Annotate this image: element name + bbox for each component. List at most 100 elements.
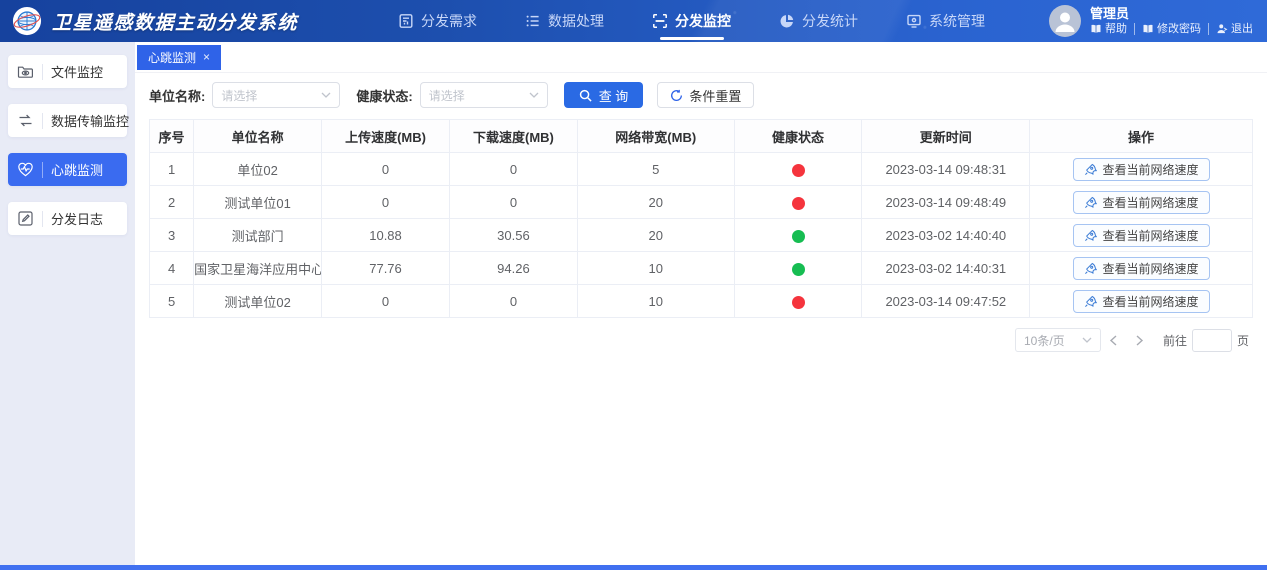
nav-label: 分发监控 bbox=[675, 13, 732, 29]
person-icon bbox=[1055, 12, 1075, 32]
user-meta: 管理员 帮助 修改密码 退出 bbox=[1090, 7, 1253, 35]
tab-close-icon[interactable]: × bbox=[203, 51, 210, 63]
cell-health bbox=[733, 284, 863, 318]
cell-download: 0 bbox=[448, 185, 578, 219]
unit-name-select[interactable]: 请选择 bbox=[212, 82, 341, 108]
divider bbox=[42, 63, 43, 80]
tab-bar: 心跳监测 × bbox=[135, 42, 1267, 73]
col-update-time: 更新时间 bbox=[861, 119, 1031, 153]
table-row: 1 单位02 0 0 5 2023-03-14 09:48:31 查看当前网络速… bbox=[148, 152, 1253, 186]
chevron-right-icon bbox=[1137, 334, 1144, 346]
logout-label: 退出 bbox=[1231, 22, 1253, 35]
col-health-status: 健康状态 bbox=[733, 119, 863, 153]
heartbeat-table: 序号 单位名称 上传速度(MB) 下载速度(MB) 网络带宽(MB) 健康状态 … bbox=[148, 119, 1253, 318]
health-status-dot bbox=[791, 196, 805, 210]
view-network-speed-label: 查看当前网络速度 bbox=[1102, 228, 1199, 243]
unit-name-label: 单位名称: bbox=[149, 88, 206, 104]
main-content: 心跳监测 × 单位名称: 请选择 健康状态: 请选择 查 询 条件重置 序号 单… bbox=[135, 42, 1267, 570]
cell-updated: 2023-03-02 14:40:40 bbox=[861, 218, 1031, 252]
view-network-speed-button[interactable]: 查看当前网络速度 bbox=[1072, 223, 1210, 247]
page-size-select[interactable]: 10条/页 bbox=[1014, 328, 1101, 352]
divider bbox=[42, 112, 43, 129]
nav-label: 分发需求 bbox=[421, 13, 478, 29]
chevron-down-icon bbox=[529, 92, 539, 98]
help-label: 帮助 bbox=[1105, 22, 1127, 35]
cell-updated: 2023-03-02 14:40:31 bbox=[861, 251, 1031, 285]
nav-item-system-management[interactable]: 系统管理 bbox=[906, 11, 985, 31]
cell-health bbox=[733, 251, 863, 285]
table-row: 3 测试部门 10.88 30.56 20 2023-03-02 14:40:4… bbox=[148, 218, 1253, 252]
sidebar: 文件监控 数据传输监控 心跳监测 分发日志 bbox=[0, 42, 135, 570]
view-network-speed-label: 查看当前网络速度 bbox=[1102, 261, 1199, 276]
search-icon bbox=[579, 89, 592, 102]
cell-actions: 查看当前网络速度 bbox=[1029, 251, 1253, 285]
cell-unit: 测试部门 bbox=[193, 218, 323, 252]
help-link[interactable]: 帮助 bbox=[1090, 23, 1135, 35]
sidebar-item-label: 数据传输监控 bbox=[51, 114, 130, 129]
health-status-placeholder: 请选择 bbox=[428, 88, 465, 103]
cell-download: 30.56 bbox=[448, 218, 578, 252]
document-icon bbox=[399, 14, 413, 28]
nav-item-data-processing[interactable]: 数据处理 bbox=[525, 11, 604, 31]
cell-actions: 查看当前网络速度 bbox=[1029, 185, 1253, 219]
cell-download: 0 bbox=[448, 152, 578, 186]
cell-actions: 查看当前网络速度 bbox=[1029, 218, 1253, 252]
top-header: 卫星遥感数据主动分发系统 分发需求 数据处理 分发监控 分发统计 系统管理 管理… bbox=[0, 0, 1267, 42]
cell-index: 1 bbox=[148, 152, 195, 186]
change-password-label: 修改密码 bbox=[1157, 22, 1201, 35]
cell-unit: 测试单位02 bbox=[193, 284, 323, 318]
avatar[interactable] bbox=[1049, 5, 1081, 37]
chevron-left-icon bbox=[1110, 334, 1117, 346]
health-status-select[interactable]: 请选择 bbox=[419, 82, 548, 108]
rocket-icon bbox=[1084, 262, 1097, 274]
change-password-link[interactable]: 修改密码 bbox=[1135, 23, 1209, 35]
heartbeat-table-wrap: 序号 单位名称 上传速度(MB) 下载速度(MB) 网络带宽(MB) 健康状态 … bbox=[135, 116, 1267, 318]
sidebar-item-label: 分发日志 bbox=[51, 212, 104, 227]
rocket-icon bbox=[1084, 295, 1097, 307]
reset-filters-button[interactable]: 条件重置 bbox=[657, 82, 755, 108]
cell-updated: 2023-03-14 09:47:52 bbox=[861, 284, 1031, 318]
search-button[interactable]: 查 询 bbox=[563, 82, 644, 108]
cell-bandwidth: 5 bbox=[576, 152, 735, 186]
cell-updated: 2023-03-14 09:48:49 bbox=[861, 185, 1031, 219]
view-network-speed-button[interactable]: 查看当前网络速度 bbox=[1072, 190, 1210, 214]
goto-page-input[interactable] bbox=[1191, 328, 1232, 352]
col-actions: 操作 bbox=[1029, 119, 1253, 153]
tab-heartbeat-monitoring[interactable]: 心跳监测 × bbox=[137, 44, 222, 70]
nav-item-distribution-demand[interactable]: 分发需求 bbox=[398, 11, 477, 31]
col-bandwidth: 网络带宽(MB) bbox=[576, 119, 735, 153]
tab-label: 心跳监测 bbox=[148, 50, 197, 65]
search-button-label: 查 询 bbox=[598, 88, 629, 104]
nav-item-distribution-statistics[interactable]: 分发统计 bbox=[779, 11, 858, 31]
next-page-button[interactable] bbox=[1127, 328, 1153, 352]
cell-upload: 0 bbox=[321, 185, 450, 219]
prev-page-button[interactable] bbox=[1101, 328, 1127, 352]
cell-unit: 测试单位01 bbox=[193, 185, 323, 219]
cell-index: 5 bbox=[148, 284, 195, 318]
logout-link[interactable]: 退出 bbox=[1209, 23, 1253, 35]
cell-upload: 0 bbox=[321, 284, 450, 318]
sidebar-item-data-transfer-monitoring[interactable]: 数据传输监控 bbox=[8, 104, 130, 137]
view-network-speed-button[interactable]: 查看当前网络速度 bbox=[1072, 157, 1210, 181]
view-network-speed-button[interactable]: 查看当前网络速度 bbox=[1072, 289, 1210, 313]
sidebar-item-distribution-log[interactable]: 分发日志 bbox=[8, 202, 127, 235]
nav-item-distribution-monitoring[interactable]: 分发监控 bbox=[652, 11, 731, 31]
page-size-value: 10条/页 bbox=[1023, 333, 1065, 348]
refresh-icon bbox=[671, 89, 683, 101]
sidebar-item-file-monitoring[interactable]: 文件监控 bbox=[8, 55, 127, 88]
cell-bandwidth: 20 bbox=[576, 218, 735, 252]
view-network-speed-label: 查看当前网络速度 bbox=[1102, 162, 1199, 177]
app-title: 卫星遥感数据主动分发系统 bbox=[52, 12, 299, 34]
cell-updated: 2023-03-14 09:48:31 bbox=[861, 152, 1031, 186]
transfer-icon bbox=[19, 114, 32, 127]
health-status-dot bbox=[791, 229, 805, 243]
logout-person-icon bbox=[1217, 24, 1228, 34]
folder-eye-icon bbox=[17, 66, 33, 78]
cell-unit: 单位02 bbox=[193, 152, 323, 186]
rocket-icon bbox=[1084, 196, 1097, 208]
sidebar-item-heartbeat-monitoring[interactable]: 心跳监测 bbox=[8, 153, 127, 186]
goto-label: 前往 bbox=[1162, 333, 1187, 348]
health-status-dot bbox=[791, 295, 805, 309]
view-network-speed-button[interactable]: 查看当前网络速度 bbox=[1072, 256, 1210, 280]
table-row: 5 测试单位02 0 0 10 2023-03-14 09:47:52 查看当前… bbox=[148, 284, 1253, 318]
